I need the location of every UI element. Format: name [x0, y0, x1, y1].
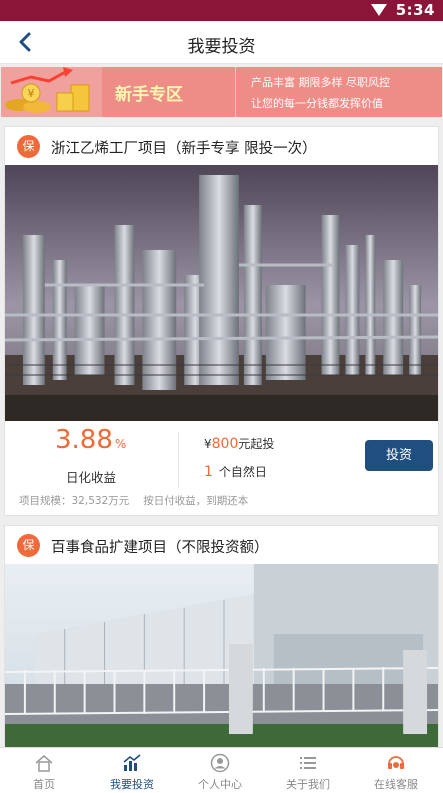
investment-period: 1 个自然日: [204, 463, 267, 480]
repay-text: 按日付收益，到期还本: [143, 495, 249, 507]
project-card-header: 保 浙江乙烯工厂项目（新手专享 限投一次）: [5, 127, 438, 165]
guarantee-badge: 保: [17, 135, 40, 158]
gold-coins-illustration: ¥: [1, 67, 102, 117]
list-icon: [300, 757, 316, 769]
headset-icon: [388, 756, 404, 769]
currency-symbol: ¥: [204, 437, 212, 451]
status-time: 5:34: [395, 1, 435, 19]
tab-label: 首页: [33, 778, 55, 791]
tab-home[interactable]: 首页: [0, 748, 88, 793]
scale-text: 项目规模：32,532万元: [19, 495, 130, 507]
min-amount: 800: [211, 436, 239, 452]
tab-label: 个人中心: [198, 778, 242, 791]
rate-label: 日化收益: [66, 470, 117, 485]
status-bar: 5:34: [0, 0, 443, 21]
guarantee-badge: 保: [17, 534, 40, 557]
rate-value: 3.88: [55, 425, 113, 455]
banner-divider: [235, 67, 236, 117]
nav-bar: 我要投资: [0, 21, 443, 64]
page-title: 我要投资: [187, 37, 256, 57]
newbie-banner[interactable]: ¥ 新手专区 产品丰富 期限多样 尽职风控 让您的每一分钱都发挥价值: [1, 67, 442, 117]
min-suffix: 元起投: [238, 437, 275, 451]
project-card[interactable]: 保 百事食品扩建项目（不限投资额）: [4, 525, 439, 756]
stats-divider: [178, 432, 179, 488]
bottom-tab-bar: 首页 我要投资 个人中心 关于我们 在线客服: [0, 747, 443, 793]
chart-icon: [123, 754, 141, 771]
tab-customer-service[interactable]: 在线客服: [352, 748, 440, 793]
daily-rate: 3.88%: [55, 425, 126, 455]
home-icon: [35, 755, 53, 772]
wifi-icon: [371, 4, 387, 16]
tab-label: 在线客服: [374, 778, 418, 791]
banner-title: 新手专区: [115, 85, 183, 105]
tab-about[interactable]: 关于我们: [264, 748, 352, 793]
invest-button[interactable]: 投资: [365, 440, 433, 471]
project-title: 百事食品扩建项目（不限投资额）: [51, 540, 269, 556]
project-stats: 3.88% 日化收益 ¥800元起投 1 个自然日 投资 项目规模：32,532万…: [5, 421, 438, 517]
project-title: 浙江乙烯工厂项目（新手专享 限投一次）: [51, 141, 317, 157]
tab-label: 我要投资: [110, 778, 154, 791]
tab-invest[interactable]: 我要投资: [88, 748, 176, 793]
project-card[interactable]: 保 浙江乙烯工厂项目（新手专享 限投一次） 3.88 % 日化收益 ¥800元起…: [4, 126, 439, 516]
user-icon: [210, 753, 230, 773]
min-investment: ¥800元起投: [204, 435, 274, 452]
period-unit: 个自然日: [218, 465, 267, 479]
tab-label: 关于我们: [286, 778, 330, 791]
banner-slogan-2: 让您的每一分钱都发挥价值: [251, 97, 383, 110]
project-card-header: 保 百事食品扩建项目（不限投资额）: [5, 526, 438, 564]
tab-profile[interactable]: 个人中心: [176, 748, 264, 793]
project-scale: 项目规模：32,532万元 按日付收益，到期还本: [19, 493, 248, 508]
banner-slogan-1: 产品丰富 期限多样 尽职风控: [251, 76, 390, 89]
rate-unit: %: [114, 437, 127, 451]
warehouse-photo: [5, 564, 438, 756]
svg-text:¥: ¥: [28, 87, 35, 100]
period-value: 1: [204, 464, 213, 480]
factory-photo: [5, 165, 438, 421]
